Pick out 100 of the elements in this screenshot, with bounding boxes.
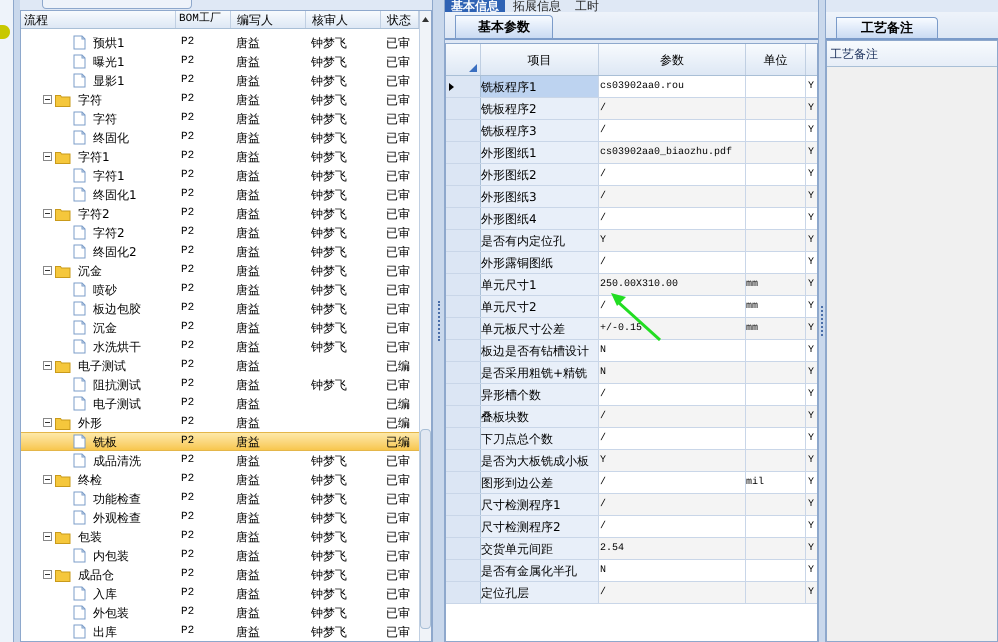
- tree-row[interactable]: 终固化2 P2 唐益 钟梦飞 已审: [21, 242, 419, 261]
- grid-row[interactable]: 外形露铜图纸 / Y: [446, 252, 817, 274]
- value-cell[interactable]: Y: [599, 450, 746, 471]
- grid-row[interactable]: 图形到边公差 / mil Y: [446, 472, 817, 494]
- tree-row[interactable]: 成品仓 P2 唐益 钟梦飞 已审: [21, 565, 419, 584]
- grid-row[interactable]: 外形图纸2 / Y: [446, 164, 817, 186]
- tree-row[interactable]: 内包装 P2 唐益 钟梦飞 已审: [21, 546, 419, 565]
- tree-row[interactable]: 曝光1 P2 唐益 钟梦飞 已审: [21, 52, 419, 71]
- collapse-toggle[interactable]: [43, 361, 52, 370]
- value-cell[interactable]: /: [599, 406, 746, 427]
- splitter[interactable]: [818, 0, 826, 642]
- tree-row[interactable]: 字符 P2 唐益 钟梦飞 已审: [21, 109, 419, 128]
- tree-row[interactable]: 水洗烘干 P2 唐益 钟梦飞 已审: [21, 337, 419, 356]
- tree-row[interactable]: 阻抗测试 P2 唐益 钟梦飞 已审: [21, 375, 419, 394]
- grid-row[interactable]: 铣板程序1 cs03902aa0.rou Y: [446, 76, 817, 98]
- tree-row[interactable]: 喷砂 P2 唐益 钟梦飞 已审: [21, 280, 419, 299]
- collapse-toggle[interactable]: [43, 475, 52, 484]
- value-cell[interactable]: /: [599, 384, 746, 405]
- toolbar-button[interactable]: [42, 0, 192, 9]
- column-header[interactable]: 项目: [481, 44, 599, 75]
- value-cell[interactable]: /: [599, 120, 746, 141]
- tree-row[interactable]: 外观检查 P2 唐益 钟梦飞 已审: [21, 508, 419, 527]
- tab[interactable]: 工艺备注: [836, 17, 938, 38]
- splitter[interactable]: [14, 0, 20, 642]
- value-cell[interactable]: N: [599, 340, 746, 361]
- column-header[interactable]: BOM工厂: [176, 11, 231, 28]
- value-cell[interactable]: cs03902aa0.rou: [599, 76, 746, 97]
- grid-row[interactable]: 外形图纸4 / Y: [446, 208, 817, 230]
- collapse-toggle[interactable]: [43, 152, 52, 161]
- tree-row[interactable]: 字符2 P2 唐益 钟梦飞 已审: [21, 204, 419, 223]
- grid-row[interactable]: 外形图纸1 cs03902aa0_biaozhu.pdf Y: [446, 142, 817, 164]
- tab[interactable]: 拓展信息: [507, 0, 567, 12]
- tree-row[interactable]: 字符 P2 唐益 钟梦飞 已审: [21, 90, 419, 109]
- grid-row[interactable]: 交货单元间距 2.54 Y: [446, 538, 817, 560]
- grid-row[interactable]: 是否为大板铣成小板 Y Y: [446, 450, 817, 472]
- grid-row[interactable]: 异形槽个数 / Y: [446, 384, 817, 406]
- value-cell[interactable]: /: [599, 516, 746, 537]
- tab[interactable]: 基本参数: [455, 15, 553, 38]
- tree-row[interactable]: 包装 P2 唐益 钟梦飞 已审: [21, 527, 419, 546]
- scrollbar[interactable]: [419, 11, 431, 641]
- column-header[interactable]: 单位: [746, 44, 806, 75]
- collapse-toggle[interactable]: [43, 209, 52, 218]
- grid-row[interactable]: 外形图纸3 / Y: [446, 186, 817, 208]
- grid-row[interactable]: 单元板尺寸公差 +/-0.15 mm Y: [446, 318, 817, 340]
- grid-row[interactable]: 叠板块数 / Y: [446, 406, 817, 428]
- collapse-toggle[interactable]: [43, 532, 52, 541]
- tree-row[interactable]: 预烘1 P2 唐益 钟梦飞 已审: [21, 33, 419, 52]
- tree-row[interactable]: 字符1 P2 唐益 钟梦飞 已审: [21, 166, 419, 185]
- column-header[interactable]: 参数: [599, 44, 746, 75]
- value-cell[interactable]: N: [599, 362, 746, 383]
- tab[interactable]: 基本信息: [445, 0, 505, 12]
- grid-row[interactable]: 单元尺寸1 250.00X310.00 mm Y: [446, 274, 817, 296]
- tree-row[interactable]: 字符2 P2 唐益 钟梦飞 已审: [21, 223, 419, 242]
- tree-row[interactable]: 沉金 P2 唐益 钟梦飞 已审: [21, 318, 419, 337]
- column-header[interactable]: 编写人: [231, 11, 306, 28]
- collapse-toggle[interactable]: [43, 570, 52, 579]
- value-cell[interactable]: /: [599, 98, 746, 119]
- value-cell[interactable]: /: [599, 208, 746, 229]
- column-header[interactable]: 核审人: [306, 11, 381, 28]
- grid-row[interactable]: 铣板程序2 / Y: [446, 98, 817, 120]
- tree-row[interactable]: 字符1 P2 唐益 钟梦飞 已审: [21, 147, 419, 166]
- grid-row[interactable]: 尺寸检测程序1 / Y: [446, 494, 817, 516]
- grid-row[interactable]: 是否有金属化半孔 N Y: [446, 560, 817, 582]
- collapse-toggle[interactable]: [43, 266, 52, 275]
- tree-row[interactable]: 终检 P2 唐益 钟梦飞 已审: [21, 470, 419, 489]
- column-header[interactable]: 流程: [21, 11, 176, 28]
- collapse-toggle[interactable]: [43, 418, 52, 427]
- grid-row[interactable]: 尺寸检测程序2 / Y: [446, 516, 817, 538]
- tree-row[interactable]: 板边包胶 P2 唐益 钟梦飞 已审: [21, 299, 419, 318]
- value-cell[interactable]: /: [599, 582, 746, 603]
- value-cell[interactable]: 2.54: [599, 538, 746, 559]
- tree-row[interactable]: 电子测试 P2 唐益 已编: [21, 394, 419, 413]
- collapse-toggle[interactable]: [43, 95, 52, 104]
- tree-row[interactable]: 终固化 P2 唐益 钟梦飞 已审: [21, 128, 419, 147]
- tree-row[interactable]: 显影1 P2 唐益 钟梦飞 已审: [21, 71, 419, 90]
- value-cell[interactable]: /: [599, 494, 746, 515]
- value-cell[interactable]: N: [599, 560, 746, 581]
- tree-row[interactable]: 入库 P2 唐益 钟梦飞 已审: [21, 584, 419, 603]
- value-cell[interactable]: /: [599, 472, 746, 493]
- grid-row[interactable]: 单元尺寸2 / mm Y: [446, 296, 817, 318]
- grid-row[interactable]: 下刀点总个数 / Y: [446, 428, 817, 450]
- value-cell[interactable]: /: [599, 428, 746, 449]
- value-cell[interactable]: cs03902aa0_biaozhu.pdf: [599, 142, 746, 163]
- grid-row[interactable]: 是否采用粗铣+精铣 N Y: [446, 362, 817, 384]
- value-cell[interactable]: Y: [599, 230, 746, 251]
- grid-row[interactable]: 是否有内定位孔 Y Y: [446, 230, 817, 252]
- value-cell[interactable]: /: [599, 252, 746, 273]
- tree-row[interactable]: 终固化1 P2 唐益 钟梦飞 已审: [21, 185, 419, 204]
- grid-row[interactable]: 板边是否有钻槽设计 N Y: [446, 340, 817, 362]
- row-header[interactable]: [446, 76, 481, 97]
- tree-row[interactable]: 功能检查 P2 唐益 钟梦飞 已审: [21, 489, 419, 508]
- value-cell[interactable]: /: [599, 186, 746, 207]
- tree-row[interactable]: 电子测试 P2 唐益 已编: [21, 356, 419, 375]
- grid-row[interactable]: 定位孔层 / Y: [446, 582, 817, 604]
- grid-row[interactable]: 铣板程序3 / Y: [446, 120, 817, 142]
- tree-row[interactable]: 成品清洗 P2 唐益 钟梦飞 已审: [21, 451, 419, 470]
- value-cell[interactable]: /: [599, 164, 746, 185]
- tree-row[interactable]: 外包装 P2 唐益 钟梦飞 已审: [21, 603, 419, 622]
- tree-row[interactable]: 铣板 P2 唐益 已编: [21, 432, 419, 451]
- tab[interactable]: 工时: [569, 0, 605, 12]
